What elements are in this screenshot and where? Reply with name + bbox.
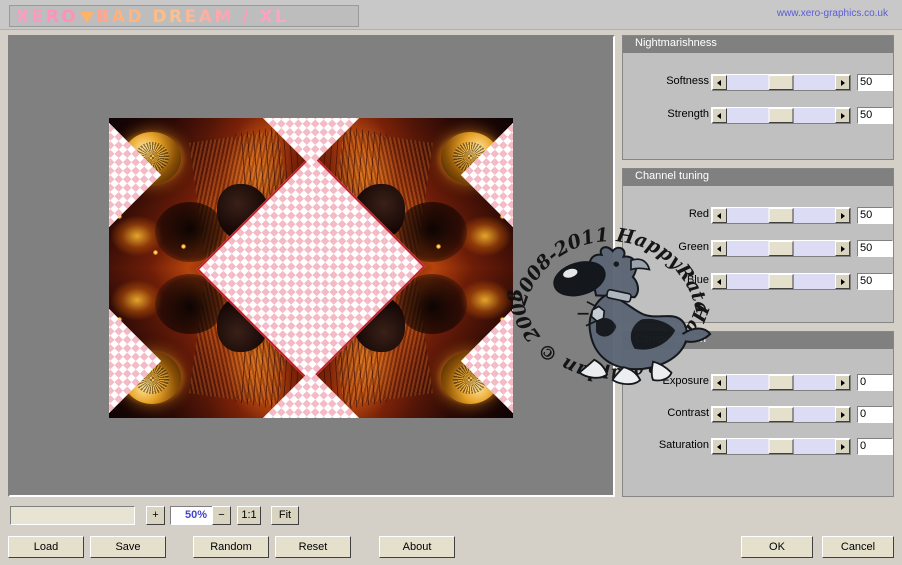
slider-label-contrast: Contrast xyxy=(667,407,709,419)
slider-row-green[interactable]: Green 50 xyxy=(623,240,895,257)
zoom-in-button[interactable]: + xyxy=(146,506,165,525)
slider-label-green: Green xyxy=(678,241,709,253)
slider-thumb[interactable] xyxy=(768,208,794,223)
slider-label-strength: Strength xyxy=(667,108,709,120)
slider-increment-icon[interactable] xyxy=(835,375,850,390)
slider-value-blue[interactable]: 50 xyxy=(857,273,893,290)
quadrant-spark xyxy=(181,244,186,249)
slider-thumb[interactable] xyxy=(768,75,794,90)
slider-thumb[interactable] xyxy=(768,439,794,454)
slider-row-saturation[interactable]: Saturation 0 xyxy=(623,438,895,455)
slider-value-saturation[interactable]: 0 xyxy=(857,438,893,455)
slider-row-exposure[interactable]: Exposure 0 xyxy=(623,374,895,391)
zoom-actual-size-button[interactable]: 1:1 xyxy=(237,506,261,525)
reset-button[interactable]: Reset xyxy=(275,536,351,558)
preview-canvas[interactable] xyxy=(8,35,615,497)
slider-thumb[interactable] xyxy=(768,407,794,422)
slider-label-softness: Softness xyxy=(666,75,709,87)
slider-increment-icon[interactable] xyxy=(835,241,850,256)
group-channel-tuning-title: Channel tuning xyxy=(623,169,893,186)
slider-red[interactable] xyxy=(711,207,851,224)
slider-decrement-icon[interactable] xyxy=(712,208,727,223)
zoom-fit-button[interactable]: Fit xyxy=(271,506,299,525)
slider-increment-icon[interactable] xyxy=(835,407,850,422)
slider-thumb[interactable] xyxy=(768,241,794,256)
random-button[interactable]: Random xyxy=(193,536,269,558)
slider-saturation[interactable] xyxy=(711,438,851,455)
slider-track[interactable] xyxy=(727,108,835,123)
group-compensation-title: Compensation xyxy=(623,332,893,349)
website-link[interactable]: www.xero-graphics.co.uk xyxy=(777,8,888,19)
progress-bar xyxy=(10,506,135,525)
app-title-product: BAD DREAM / XL xyxy=(96,7,289,27)
group-nightmarishness-title: Nightmarishness xyxy=(623,36,893,53)
app-title-brand: XERO xyxy=(16,7,79,27)
about-button[interactable]: About xyxy=(379,536,455,558)
slider-decrement-icon[interactable] xyxy=(712,241,727,256)
slider-blue[interactable] xyxy=(711,273,851,290)
slider-increment-icon[interactable] xyxy=(835,274,850,289)
slider-value-softness[interactable]: 50 xyxy=(857,74,893,91)
app-title: XERO BAD DREAM / XL xyxy=(16,7,289,27)
slider-decrement-icon[interactable] xyxy=(712,108,727,123)
slider-row-softness[interactable]: Softness 50 xyxy=(623,74,895,91)
slider-track[interactable] xyxy=(727,375,835,390)
slider-track[interactable] xyxy=(727,274,835,289)
slider-increment-icon[interactable] xyxy=(835,439,850,454)
slider-track[interactable] xyxy=(727,439,835,454)
slider-value-red[interactable]: 50 xyxy=(857,207,893,224)
ok-button[interactable]: OK xyxy=(741,536,813,558)
slider-label-red: Red xyxy=(688,208,709,220)
slider-value-contrast[interactable]: 0 xyxy=(857,406,893,423)
slider-row-blue[interactable]: Blue 50 xyxy=(623,273,895,290)
save-button[interactable]: Save xyxy=(90,536,166,558)
slider-contrast[interactable] xyxy=(711,406,851,423)
slider-strength[interactable] xyxy=(711,107,851,124)
group-nightmarishness: Nightmarishness Softness 50 Strength 50 xyxy=(622,35,894,160)
slider-label-saturation: Saturation xyxy=(658,439,709,451)
slider-value-green[interactable]: 50 xyxy=(857,240,893,257)
slider-thumb[interactable] xyxy=(768,375,794,390)
app-title-plate: XERO BAD DREAM / XL xyxy=(9,5,359,27)
slider-exposure[interactable] xyxy=(711,374,851,391)
preview-image[interactable] xyxy=(109,118,513,418)
slider-increment-icon[interactable] xyxy=(835,208,850,223)
slider-increment-icon[interactable] xyxy=(835,108,850,123)
slider-track[interactable] xyxy=(727,208,835,223)
slider-decrement-icon[interactable] xyxy=(712,439,727,454)
slider-decrement-icon[interactable] xyxy=(712,274,727,289)
quadrant-spark xyxy=(436,244,441,249)
slider-value-strength[interactable]: 50 xyxy=(857,107,893,124)
cancel-button[interactable]: Cancel xyxy=(822,536,894,558)
slider-thumb[interactable] xyxy=(768,108,794,123)
slider-label-exposure: Exposure xyxy=(662,375,709,387)
settings-panel: Nightmarishness Softness 50 Strength 50 … xyxy=(622,35,894,497)
slider-label-blue: Blue xyxy=(686,274,709,286)
slider-track[interactable] xyxy=(727,241,835,256)
action-button-bar: Load Save Random Reset About OK Cancel xyxy=(0,533,902,565)
slider-row-red[interactable]: Red 50 xyxy=(623,207,895,224)
slider-track[interactable] xyxy=(727,407,835,422)
triangle-down-icon xyxy=(80,12,95,23)
slider-row-contrast[interactable]: Contrast 0 xyxy=(623,406,895,423)
group-channel-tuning: Channel tuning Red 50 Green 50 Blue 50 xyxy=(622,168,894,323)
group-compensation: Compensation Exposure 0 Contrast 0 Satur… xyxy=(622,331,894,497)
slider-green[interactable] xyxy=(711,240,851,257)
slider-row-strength[interactable]: Strength 50 xyxy=(623,107,895,124)
slider-increment-icon[interactable] xyxy=(835,75,850,90)
slider-decrement-icon[interactable] xyxy=(712,75,727,90)
quadrant-spark xyxy=(153,250,158,255)
slider-value-exposure[interactable]: 0 xyxy=(857,374,893,391)
zoom-toolbar: + 50% − 1:1 Fit xyxy=(0,500,902,532)
title-bar: XERO BAD DREAM / XL www.xero-graphics.co.… xyxy=(0,0,902,30)
slider-track[interactable] xyxy=(727,75,835,90)
load-button[interactable]: Load xyxy=(8,536,84,558)
slider-thumb[interactable] xyxy=(768,274,794,289)
slider-softness[interactable] xyxy=(711,74,851,91)
zoom-out-button[interactable]: − xyxy=(212,506,231,525)
slider-decrement-icon[interactable] xyxy=(712,407,727,422)
slider-decrement-icon[interactable] xyxy=(712,375,727,390)
